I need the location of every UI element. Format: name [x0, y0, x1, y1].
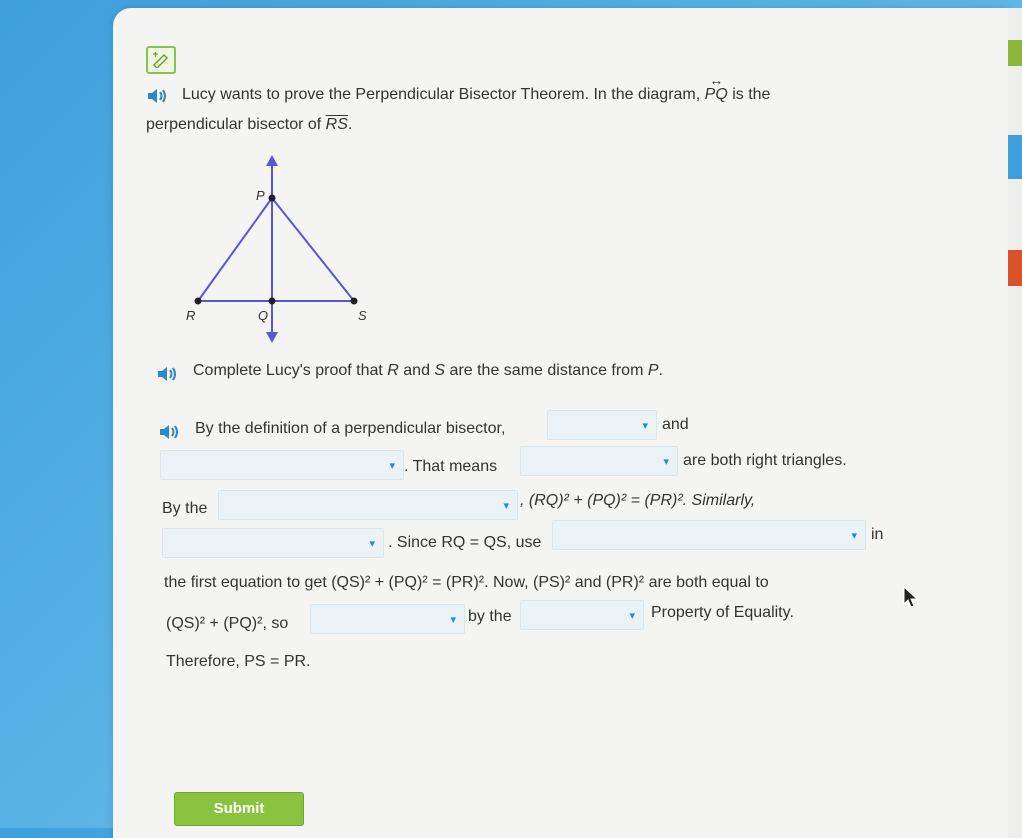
- instruction-part: S: [434, 362, 446, 379]
- dropdown-4[interactable]: ▾: [218, 490, 518, 520]
- instruction-part: R: [387, 362, 399, 379]
- proof-text-and: and: [662, 416, 689, 433]
- side-panel-edge: [1008, 8, 1022, 838]
- segment-ps: [271, 197, 355, 302]
- label-q: Q: [258, 308, 268, 323]
- side-tab-green[interactable]: [1008, 40, 1022, 66]
- label-s: S: [358, 308, 367, 323]
- chevron-down-icon: ▾: [642, 419, 648, 432]
- segment-pr: [197, 197, 273, 302]
- instruction-part: .: [658, 362, 663, 379]
- instruction-part: and: [398, 362, 435, 379]
- chevron-down-icon: ▾: [450, 613, 456, 626]
- proof-text-so: (QS)² + (PQ)², so: [166, 615, 289, 632]
- proof-text-by-the: By the: [162, 500, 208, 517]
- question-text: Lucy wants to prove the Perpendicular Bi…: [182, 86, 705, 103]
- side-tab-red[interactable]: [1008, 250, 1022, 286]
- proof-equation-1: , (RQ)² + (PQ)² = (PR)². Similarly,: [520, 492, 756, 509]
- question-text: perpendicular bisector of: [146, 116, 326, 133]
- point-r: [194, 297, 202, 305]
- point-q: [268, 297, 276, 305]
- speaker-icon[interactable]: [156, 364, 184, 384]
- submit-button[interactable]: Submit: [174, 792, 304, 826]
- proof-text-by-the-2: by the: [468, 608, 512, 625]
- dropdown-3[interactable]: ▾: [520, 446, 678, 476]
- segment-rs-label: RS: [325, 116, 348, 133]
- question-text-line1: Lucy wants to prove the Perpendicular Bi…: [182, 86, 770, 104]
- label-r: R: [186, 308, 195, 323]
- side-tab-blue[interactable]: [1008, 135, 1022, 179]
- proof-text-right-triangles: are both right triangles.: [683, 452, 847, 469]
- chevron-down-icon: ▾: [369, 537, 375, 550]
- dropdown-5[interactable]: ▾: [162, 528, 384, 558]
- instruction-text: Complete Lucy's proof that R and S are t…: [193, 362, 663, 380]
- proof-line-1: By the definition of a perpendicular bis…: [195, 420, 506, 437]
- question-text: .: [347, 116, 353, 133]
- question-text-line2: perpendicular bisector of RS.: [146, 116, 352, 134]
- proof-text-property: Property of Equality.: [651, 604, 794, 621]
- point-s: [350, 297, 358, 305]
- chevron-down-icon: ▾: [629, 609, 635, 622]
- proof-line-5: the first equation to get (QS)² + (PQ)² …: [164, 574, 769, 591]
- scratchpad-icon[interactable]: [146, 46, 176, 74]
- chevron-down-icon: ▾: [851, 529, 857, 542]
- pencil-icon: [152, 52, 169, 68]
- question-text: is the: [727, 86, 771, 103]
- label-p: P: [256, 188, 265, 203]
- proof-text-since: . Since RQ = QS, use: [388, 534, 542, 551]
- chevron-down-icon: ▾: [663, 455, 669, 468]
- mouse-cursor-icon: [903, 586, 919, 608]
- proof-conclusion: Therefore, PS = PR.: [166, 653, 311, 670]
- speaker-icon[interactable]: [158, 422, 186, 442]
- speaker-icon[interactable]: [146, 86, 174, 106]
- proof-text-in: in: [871, 526, 884, 543]
- arrowhead-up: [266, 155, 278, 166]
- dropdown-6[interactable]: ▾: [552, 520, 866, 550]
- instruction-part: are the same distance from: [445, 362, 648, 379]
- point-p: [268, 194, 276, 202]
- instruction-part: Complete Lucy's proof that: [193, 362, 388, 379]
- arrowhead-down: [266, 332, 278, 343]
- instruction-part: P: [647, 362, 659, 379]
- triangle-diagram: P Q R S: [186, 155, 367, 343]
- chevron-down-icon: ▾: [389, 459, 395, 472]
- line-pq-label: PQ: [705, 86, 728, 104]
- proof-text-that-means: . That means: [404, 458, 498, 475]
- dropdown-7[interactable]: ▾: [310, 604, 465, 634]
- dropdown-2[interactable]: ▾: [160, 450, 404, 480]
- chevron-down-icon: ▾: [503, 499, 509, 512]
- dropdown-8[interactable]: ▾: [520, 600, 644, 630]
- dropdown-1[interactable]: ▾: [547, 410, 657, 440]
